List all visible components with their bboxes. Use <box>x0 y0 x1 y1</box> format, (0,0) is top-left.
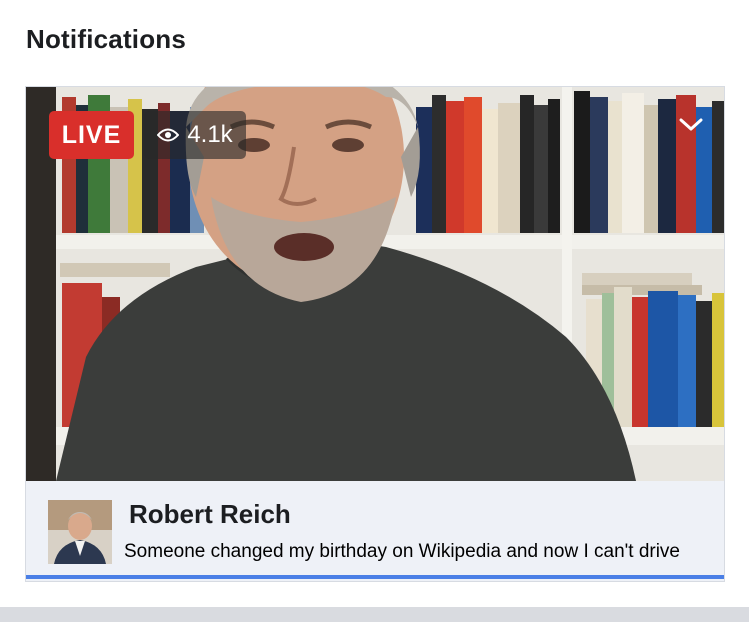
video-progress-bar <box>26 575 724 579</box>
profile-photo <box>48 500 112 564</box>
eye-icon <box>157 128 180 142</box>
live-video-notification-card[interactable]: LIVE 4.1k Robert Reich Someone changed m <box>25 86 725 582</box>
viewer-count-badge: 4.1k <box>144 111 246 159</box>
live-video-player[interactable]: LIVE 4.1k <box>26 87 724 481</box>
video-progress-fill <box>26 575 724 579</box>
broadcast-info[interactable]: Robert Reich Someone changed my birthday… <box>26 481 724 579</box>
section-divider <box>0 607 749 622</box>
chevron-down-icon[interactable] <box>678 113 704 135</box>
broadcast-caption: Someone changed my birthday on Wikipedia… <box>124 541 681 562</box>
page-title: Notifications <box>26 24 187 54</box>
live-badge: LIVE <box>49 111 134 159</box>
broadcaster-name[interactable]: Robert Reich <box>129 499 291 530</box>
avatar[interactable] <box>48 500 112 564</box>
viewer-count: 4.1k <box>187 121 233 148</box>
